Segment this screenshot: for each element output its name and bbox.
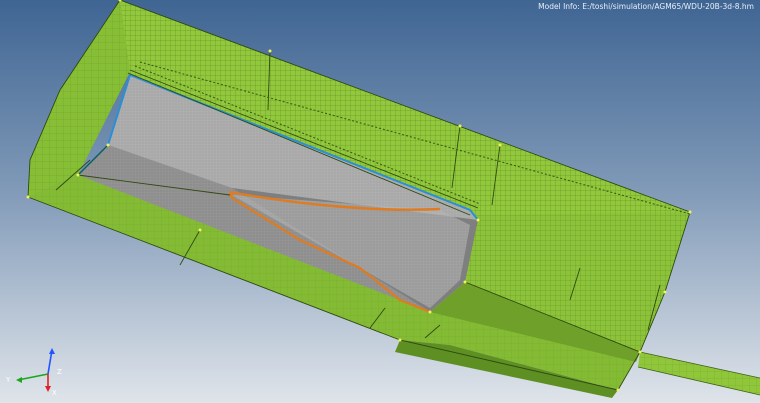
axis-triad-icon: Y Z X — [5, 348, 62, 397]
model-info-path: E:/toshi/simulation/AGM65/WDU-20B-3d-8.h… — [582, 2, 754, 11]
model-info-prefix: Model Info: — [538, 2, 580, 11]
model-info-label: Model Info: E:/toshi/simulation/AGM65/WD… — [538, 2, 754, 11]
graphics-viewport[interactable]: Model Info: E:/toshi/simulation/AGM65/WD… — [0, 0, 760, 403]
model-view[interactable] — [0, 0, 760, 403]
triad-z-label: Z — [57, 368, 62, 376]
triad-y-label: Y — [5, 376, 11, 384]
triad-x-label: X — [52, 389, 57, 397]
